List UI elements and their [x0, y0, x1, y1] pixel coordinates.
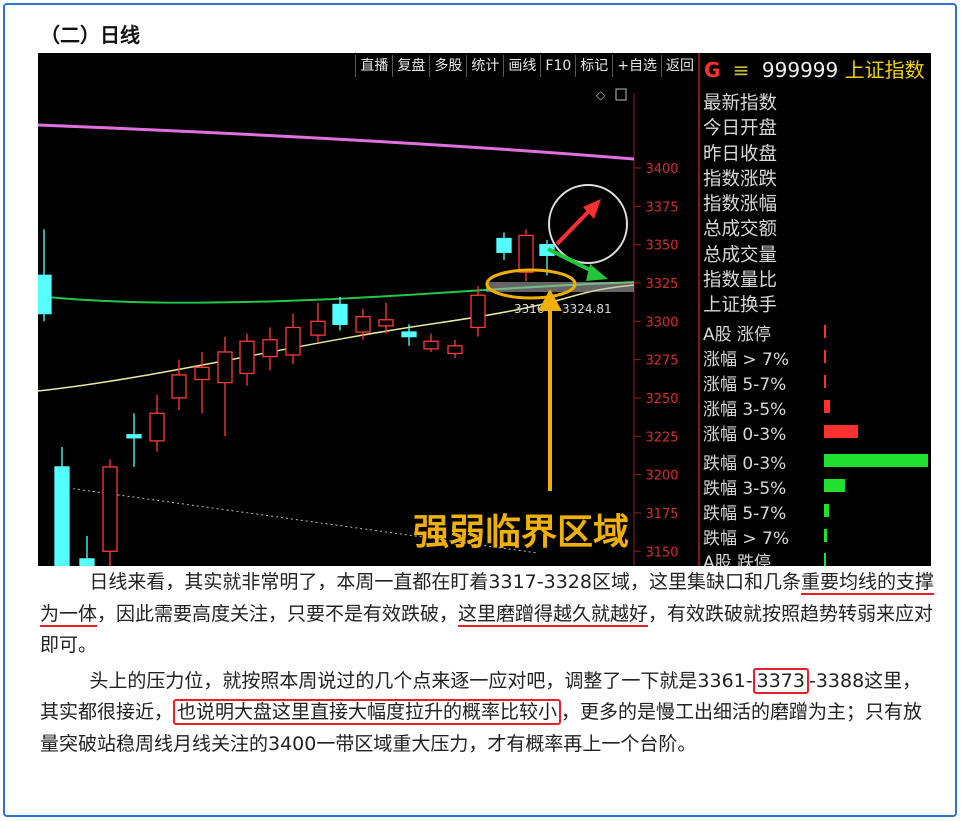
index-prefix: G [704, 58, 721, 82]
y-tick-label: 3375 [645, 200, 678, 215]
candle-body [423, 340, 439, 350]
distribution-bar [824, 325, 826, 338]
y-tick-label: 3250 [645, 392, 678, 407]
critical-zone-annotation: 强弱临界区域 [413, 512, 629, 553]
ma-long-line [38, 123, 635, 161]
up-arrow-shaft [555, 208, 592, 246]
y-tick-label: 3400 [645, 162, 678, 177]
y-tick-label: 3225 [645, 430, 678, 445]
candle-body [217, 351, 233, 384]
stat-turnover-volume: 总成交量 [703, 244, 778, 266]
y-tick-label: 3275 [645, 354, 678, 369]
down-arrow-head [586, 264, 608, 281]
y-tick-label: 3175 [645, 507, 678, 522]
down-arrow-shaft [547, 247, 595, 274]
candle-body [285, 326, 301, 356]
index-name: 上证指数 [844, 58, 925, 82]
index-header: G ≡ 999999 上证指数 [704, 55, 925, 85]
candle-body [126, 434, 142, 439]
stat-today-open: 今日开盘 [703, 118, 778, 140]
stat-latest-index: 最新指数 [703, 93, 778, 114]
distribution-bar [824, 400, 830, 413]
stat-turnover-rate: 上证换手 [703, 295, 778, 317]
y-tick-label: 3200 [645, 469, 678, 484]
distribution-bar [824, 479, 845, 492]
stat-volume-ratio: 指数量比 [703, 270, 778, 292]
chart-settings-icon: ◇ [596, 88, 606, 102]
distribution-bar [824, 504, 829, 517]
distribution-label: 跌幅 5-7% [703, 504, 787, 524]
index-code: 999999 [761, 58, 839, 82]
distribution-label: 涨幅 > 7% [703, 350, 790, 370]
paragraph-2: 头上的压力位，就按照本周说过的几个点来逐一应对吧，调整了一下就是3361- 337… [40, 666, 935, 761]
candle-body [149, 412, 165, 442]
y-tick-label: 3350 [645, 239, 678, 254]
candle-body [194, 366, 210, 381]
p2-boxed-1: 3373 [752, 667, 809, 694]
distribution-label: 涨幅 5-7% [703, 375, 787, 395]
distribution-bar [824, 425, 858, 438]
candle-body [79, 558, 95, 566]
candle-body [54, 466, 70, 566]
distribution-label: 跌幅 > 7% [703, 529, 790, 549]
candle-body [496, 237, 512, 253]
candle-body [171, 374, 187, 399]
candle-body [378, 319, 394, 327]
distribution-label: A股 跌停 [703, 553, 772, 566]
candlestick-chart: ◇ 3400 3375 3350 3325 3300 3275 3250 3225 3200 31… [38, 88, 679, 566]
p2-text-a: 头上的压力位，就按照本周说过的几个点来逐一应对吧，调整了一下就是3361- [89, 669, 753, 692]
stat-index-change-pct: 指数涨幅 [703, 194, 778, 216]
p1-text-b: ，因此需要高度关注，只要不是有效跌破， [97, 602, 459, 625]
stat-index-change: 指数涨跌 [703, 168, 778, 190]
candle-body [102, 466, 118, 552]
distribution-bar [824, 375, 826, 388]
index-stats-list: 最新指数 今日开盘 昨日收盘 指数涨跌 指数涨幅 总成交额 总成交量 指数量比 … [703, 91, 777, 319]
candle-body [401, 331, 417, 338]
distribution-label: 跌幅 3-5% [703, 479, 787, 499]
price-label-current: 3324.81 [562, 302, 612, 316]
p2-boxed-2: 也说明大盘这里直接大幅度拉升的概率比较小 [173, 699, 562, 725]
distribution-label: 涨幅 0-3% [703, 425, 787, 445]
critical-zone-band [486, 282, 634, 292]
y-tick-label: 3150 [645, 545, 678, 560]
distribution-label: 跌幅 0-3% [703, 454, 787, 474]
distribution-label: A股 涨停 [703, 325, 772, 345]
direction-circle [548, 184, 628, 264]
section-heading: （二）日线 [40, 23, 140, 47]
panel-divider [698, 53, 700, 566]
p1-underline-2: 这里磨蹭得越久就越好 [458, 602, 649, 627]
stat-turnover-amount: 总成交额 [703, 219, 778, 241]
distribution-bar [824, 553, 826, 566]
candle-body [38, 274, 52, 315]
candle-body [239, 340, 255, 375]
candle-body [447, 345, 463, 355]
candle-body [355, 316, 371, 333]
menu-icon[interactable]: ≡ [733, 58, 750, 82]
y-tick-label: 3300 [645, 315, 678, 330]
y-tick-label: 3325 [645, 277, 678, 292]
p1-text-a: 日线来看，其实就非常明了，本周一直都在盯着3317-3328区域，这里集缺口和几… [89, 571, 801, 593]
distribution-bar [824, 529, 827, 542]
article-text: 日线来看，其实就非常明了，本周一直都在盯着3317-3328区域，这里集缺口和几… [40, 567, 935, 760]
candle-body [262, 339, 278, 358]
distribution-bar [824, 350, 826, 363]
stock-chart-screenshot: 直播 复盘 多股 统计 画线 F10 标记 +自选 返回 ◇ 3400 3375 3… [38, 53, 931, 566]
candle-body [332, 303, 348, 326]
candle-body [518, 234, 534, 273]
stat-prev-close: 昨日收盘 [703, 143, 778, 165]
candle-body [470, 294, 486, 329]
paragraph-1: 日线来看，其实就非常明了，本周一直都在盯着3317-3328区域，这里集缺口和几… [40, 567, 935, 662]
candle-body [310, 320, 326, 336]
distribution-bar [824, 454, 928, 467]
chart-scroll-icon [615, 88, 627, 101]
distribution-label: 涨幅 3-5% [703, 400, 787, 420]
